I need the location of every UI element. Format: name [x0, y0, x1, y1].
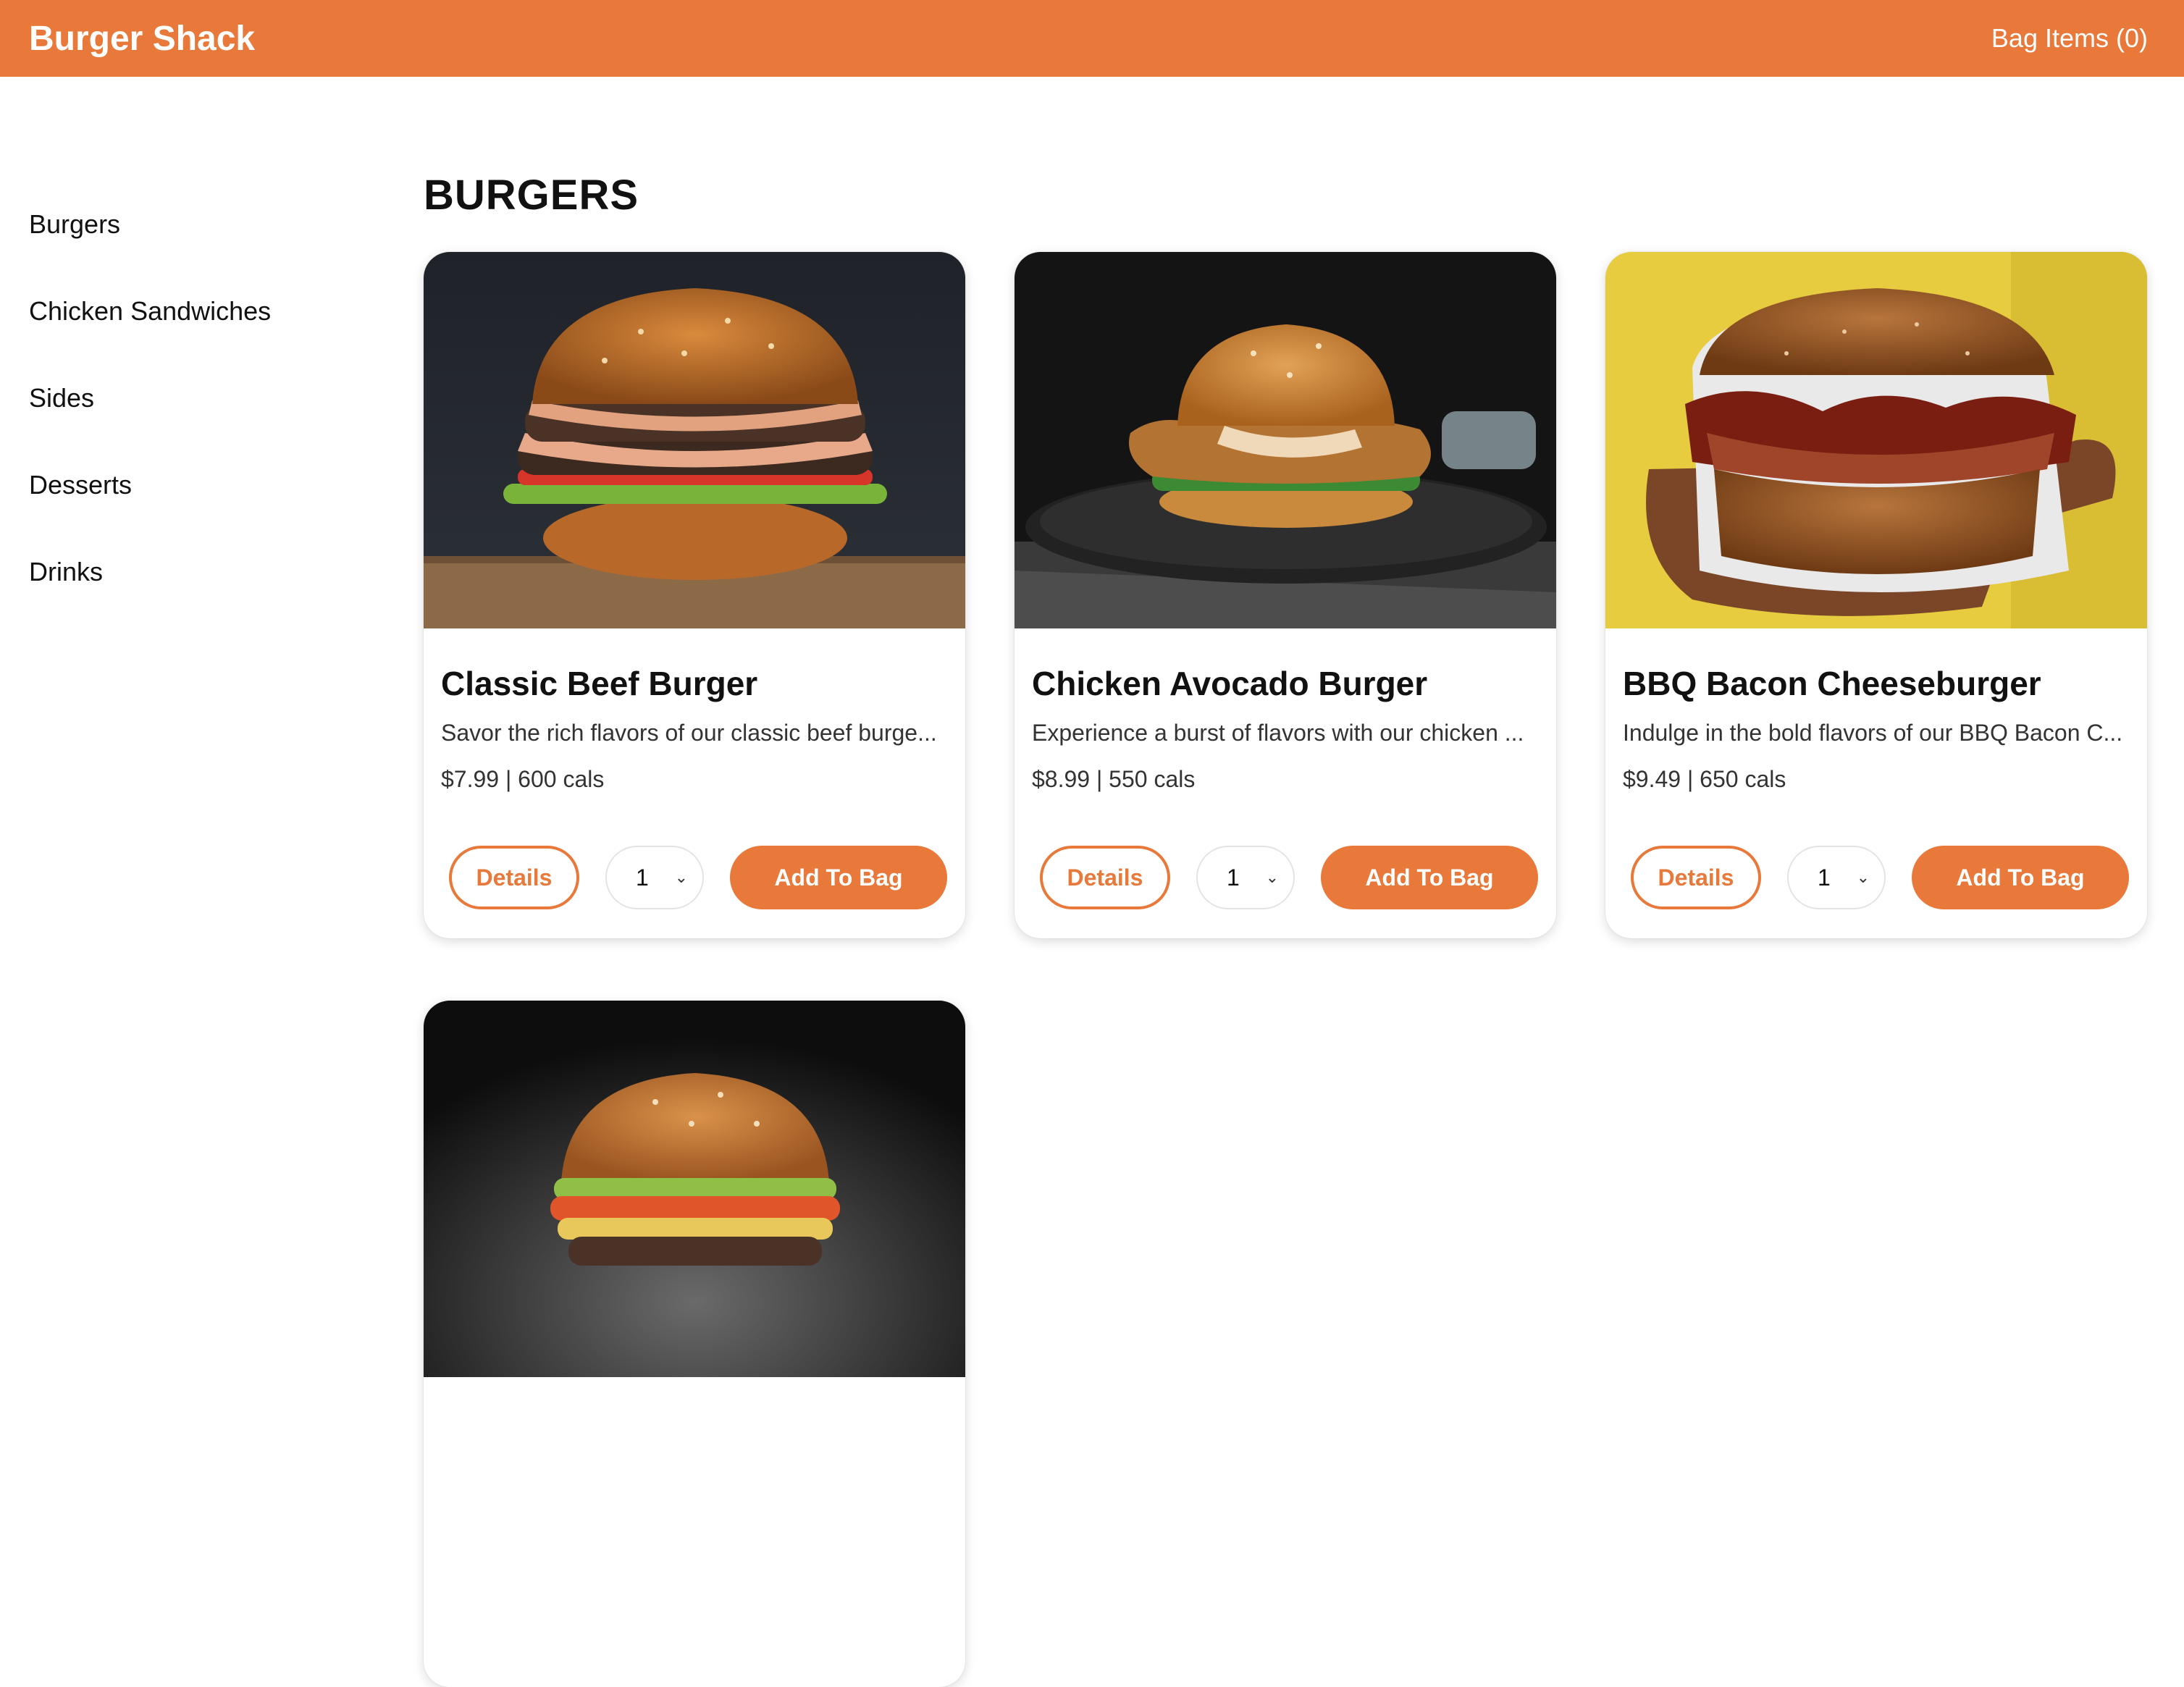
quantity-select[interactable]: 1 ⌄ [1196, 846, 1295, 909]
section-title: BURGERS [424, 172, 639, 219]
sidebar-item-desserts[interactable]: Desserts [29, 463, 377, 550]
product-card [424, 1001, 965, 1687]
sidebar-item-chicken-sandwiches[interactable]: Chicken Sandwiches [29, 290, 377, 376]
chevron-down-icon: ⌄ [1856, 868, 1870, 886]
product-title: Chicken Avocado Burger [1032, 665, 1428, 702]
add-to-bag-button[interactable]: Add To Bag [1321, 846, 1538, 909]
product-price-calories: $9.49 | 650 cals [1623, 766, 1786, 792]
sidebar-item-burgers[interactable]: Burgers [29, 203, 377, 290]
product-title: Classic Beef Burger [441, 665, 758, 702]
menu-content: BURGERS Classic Beef Burger Savor the ri… [424, 167, 2151, 1687]
top-bar: Burger Shack Bag Items (0) [0, 0, 2184, 77]
quantity-value: 1 [636, 864, 649, 891]
bbq-burger-photo [1605, 252, 2147, 628]
brand-logo[interactable]: Burger Shack [29, 19, 255, 59]
product-grid: Classic Beef Burger Savor the rich flavo… [424, 252, 2151, 1687]
add-to-bag-button[interactable]: Add To Bag [1912, 846, 2129, 909]
product-description: Indulge in the bold flavors of our BBQ B… [1623, 720, 2123, 746]
quantity-value: 1 [1818, 864, 1831, 891]
product-card: BBQ Bacon Cheeseburger Indulge in the bo… [1605, 252, 2147, 938]
details-button[interactable]: Details [449, 846, 579, 909]
product-title: BBQ Bacon Cheeseburger [1623, 665, 2041, 702]
product-card: Chicken Avocado Burger Experience a burs… [1015, 252, 1556, 938]
sidebar-item-drinks[interactable]: Drinks [29, 550, 377, 637]
card-actions: Details 1 ⌄ Add To Bag [1631, 846, 2129, 909]
chevron-down-icon: ⌄ [674, 868, 688, 886]
quantity-select[interactable]: 1 ⌄ [605, 846, 704, 909]
chevron-down-icon: ⌄ [1265, 868, 1279, 886]
beef-burger-photo [424, 252, 965, 628]
product-price-calories: $8.99 | 550 cals [1032, 766, 1196, 792]
quantity-value: 1 [1227, 864, 1240, 891]
card-actions: Details 1 ⌄ Add To Bag [449, 846, 947, 909]
card-actions: Details 1 ⌄ Add To Bag [1040, 846, 1538, 909]
quantity-select[interactable]: 1 ⌄ [1787, 846, 1886, 909]
product-price-calories: $7.99 | 600 cals [441, 766, 605, 792]
add-to-bag-button[interactable]: Add To Bag [730, 846, 947, 909]
product-card: Classic Beef Burger Savor the rich flavo… [424, 252, 965, 938]
product-description: Savor the rich flavors of our classic be… [441, 720, 937, 746]
chicken-burger-photo [1015, 252, 1556, 628]
veggie-burger-photo [424, 1001, 965, 1377]
details-button[interactable]: Details [1631, 846, 1761, 909]
details-button[interactable]: Details [1040, 846, 1170, 909]
product-description: Experience a burst of flavors with our c… [1032, 720, 1524, 746]
bag-items-link[interactable]: Bag Items (0) [1991, 23, 2148, 54]
sidebar-item-sides[interactable]: Sides [29, 376, 377, 463]
category-sidebar: Burgers Chicken Sandwiches Sides Dessert… [29, 203, 377, 637]
